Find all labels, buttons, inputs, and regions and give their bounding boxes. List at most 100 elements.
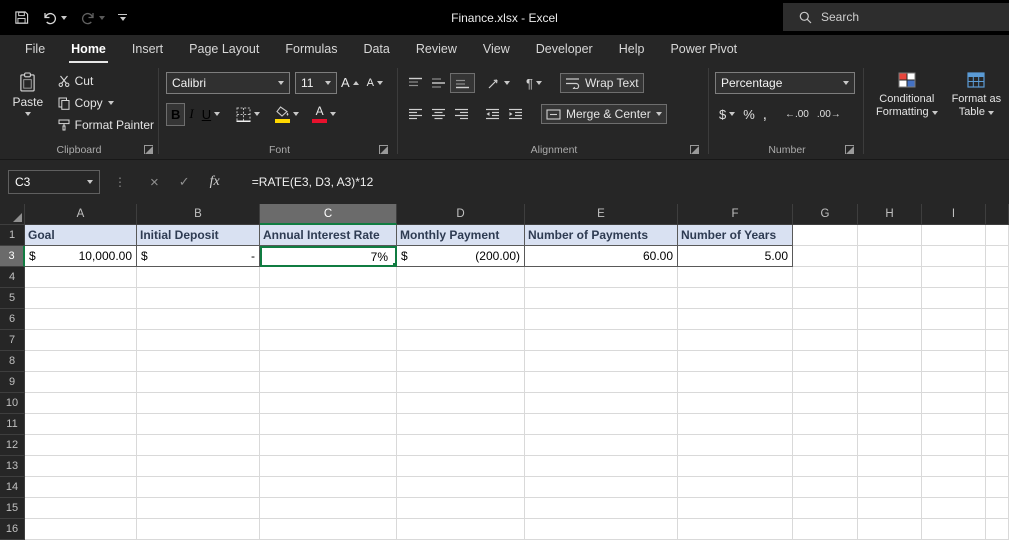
save-button[interactable]: [14, 10, 29, 25]
row-header-3[interactable]: 3: [0, 246, 25, 267]
cell-I6[interactable]: [922, 309, 986, 330]
cell-E8[interactable]: [525, 351, 678, 372]
align-center-button[interactable]: [427, 105, 450, 123]
cell-D13[interactable]: [397, 456, 525, 477]
cell-G6[interactable]: [793, 309, 858, 330]
column-header-F[interactable]: F: [678, 204, 793, 225]
cell-E1[interactable]: Number of Payments: [525, 225, 678, 246]
middle-align-button[interactable]: [427, 74, 450, 92]
cell-H8[interactable]: [858, 351, 922, 372]
cell-D10[interactable]: [397, 393, 525, 414]
column-header-C[interactable]: C: [260, 204, 397, 225]
cell-E15[interactable]: [525, 498, 678, 519]
format-painter-button[interactable]: Format Painter: [54, 114, 158, 136]
cell-F3[interactable]: 5.00: [678, 246, 793, 267]
cell-C13[interactable]: [260, 456, 397, 477]
row-header-13[interactable]: 13: [0, 456, 25, 477]
cell-C4[interactable]: [260, 267, 397, 288]
cell-H7[interactable]: [858, 330, 922, 351]
selected-cell-C3[interactable]: 7%: [260, 246, 397, 267]
tab-power-pivot[interactable]: Power Pivot: [657, 35, 750, 63]
copy-dropdown-icon[interactable]: [107, 101, 114, 105]
cell-C11[interactable]: [260, 414, 397, 435]
row-header-16[interactable]: 16: [0, 519, 25, 540]
cell-D12[interactable]: [397, 435, 525, 456]
cancel-button[interactable]: [150, 174, 159, 191]
cell-F11[interactable]: [678, 414, 793, 435]
cell-A9[interactable]: [25, 372, 137, 393]
cell-F4[interactable]: [678, 267, 793, 288]
cell-H13[interactable]: [858, 456, 922, 477]
bold-button[interactable]: B: [166, 102, 186, 126]
cell-D9[interactable]: [397, 372, 525, 393]
increase-decimal-button[interactable]: ←.00: [781, 106, 813, 123]
cell-F13[interactable]: [678, 456, 793, 477]
font-family-select[interactable]: Calibri: [166, 72, 290, 94]
number-format-select[interactable]: Percentage: [715, 72, 855, 94]
tab-data[interactable]: Data: [350, 35, 402, 63]
cell-B3[interactable]: $ -: [137, 246, 260, 267]
row-header-5[interactable]: 5: [0, 288, 25, 309]
increase-indent-button[interactable]: [504, 105, 527, 123]
cell-E9[interactable]: [525, 372, 678, 393]
cell-I9[interactable]: [922, 372, 986, 393]
cell-A11[interactable]: [25, 414, 137, 435]
column-header-E[interactable]: E: [525, 204, 678, 225]
cell-I4[interactable]: [922, 267, 986, 288]
cell-D1[interactable]: Monthly Payment: [397, 225, 525, 246]
cell-G13[interactable]: [793, 456, 858, 477]
wrap-text-button[interactable]: Wrap Text: [559, 73, 644, 93]
cell-I11[interactable]: [922, 414, 986, 435]
cell-C16[interactable]: [260, 519, 397, 540]
merge-center-button[interactable]: Merge & Center: [541, 104, 667, 124]
decrease-font-size-button[interactable]: A: [363, 74, 387, 92]
row-header-6[interactable]: 6: [0, 309, 25, 330]
cell-D4[interactable]: [397, 267, 525, 288]
decrease-decimal-button[interactable]: .00→: [813, 106, 845, 123]
cell-F7[interactable]: [678, 330, 793, 351]
cell-A1[interactable]: Goal: [25, 225, 137, 246]
cell-E7[interactable]: [525, 330, 678, 351]
tab-review[interactable]: Review: [403, 35, 470, 63]
cell-F12[interactable]: [678, 435, 793, 456]
copy-button[interactable]: Copy: [54, 92, 158, 114]
cell-A12[interactable]: [25, 435, 137, 456]
cell-A4[interactable]: [25, 267, 137, 288]
paste-button[interactable]: Paste: [8, 70, 48, 116]
cell-G16[interactable]: [793, 519, 858, 540]
cell-I3[interactable]: [922, 246, 986, 267]
cell-H1[interactable]: [858, 225, 922, 246]
accounting-format-button[interactable]: $: [715, 104, 739, 125]
cell-B9[interactable]: [137, 372, 260, 393]
borders-button[interactable]: [232, 104, 264, 125]
tab-file[interactable]: File: [12, 35, 58, 63]
cell-E3[interactable]: 60.00: [525, 246, 678, 267]
cell-E6[interactable]: [525, 309, 678, 330]
alignment-dialog-launcher[interactable]: [690, 145, 699, 154]
cell-D11[interactable]: [397, 414, 525, 435]
increase-font-size-button[interactable]: A: [337, 74, 363, 92]
search-box[interactable]: [783, 3, 1009, 31]
select-all-button[interactable]: [0, 204, 25, 225]
chevron-down-icon[interactable]: [330, 112, 337, 116]
cell-B16[interactable]: [137, 519, 260, 540]
undo-dropdown-icon[interactable]: [61, 15, 67, 20]
row-header-11[interactable]: 11: [0, 414, 25, 435]
cell-I7[interactable]: [922, 330, 986, 351]
decrease-indent-button[interactable]: [481, 105, 504, 123]
cell-D14[interactable]: [397, 477, 525, 498]
redo-dropdown-icon[interactable]: [99, 15, 105, 20]
cell-D15[interactable]: [397, 498, 525, 519]
cell-E10[interactable]: [525, 393, 678, 414]
italic-button[interactable]: I: [185, 103, 197, 125]
cell-G5[interactable]: [793, 288, 858, 309]
cell-H12[interactable]: [858, 435, 922, 456]
cell-G10[interactable]: [793, 393, 858, 414]
tab-developer[interactable]: Developer: [523, 35, 606, 63]
cell-D5[interactable]: [397, 288, 525, 309]
number-dialog-launcher[interactable]: [845, 145, 854, 154]
cell-I13[interactable]: [922, 456, 986, 477]
cell-C15[interactable]: [260, 498, 397, 519]
cell-I12[interactable]: [922, 435, 986, 456]
cell-H16[interactable]: [858, 519, 922, 540]
